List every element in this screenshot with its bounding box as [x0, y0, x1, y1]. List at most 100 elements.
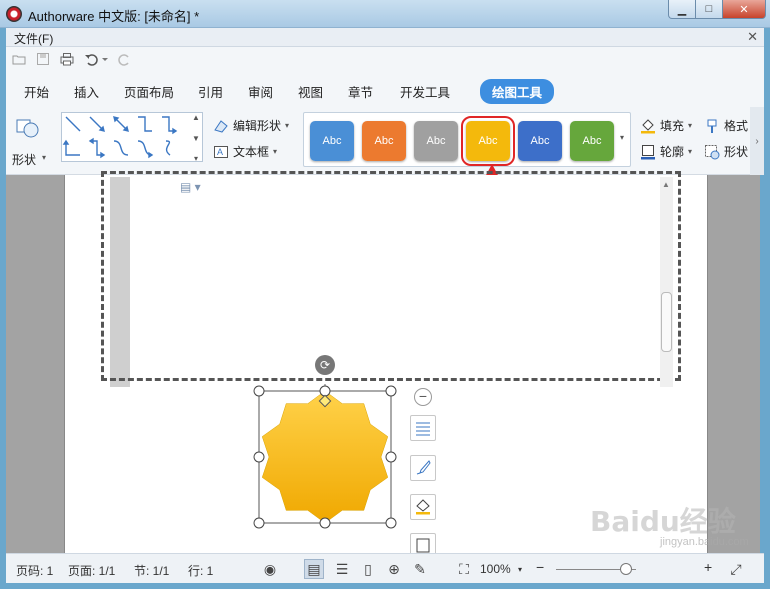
shape-style-button[interactable] [410, 455, 436, 481]
format-brush-icon [707, 119, 717, 133]
edit-shape-button[interactable]: 编辑形状 ▾ [213, 117, 289, 134]
pen-icon[interactable]: ✎ [410, 559, 430, 579]
zoom-slider-knob[interactable] [620, 563, 632, 575]
text-wrap-icon [416, 422, 430, 436]
zoom-level[interactable]: 100% [480, 562, 511, 576]
ribbon-tabs: 开始 插入 页面布局 引用 审阅 视图 章节 开发工具 绘图工具 [6, 71, 764, 107]
app-icon [6, 6, 22, 22]
svg-text:A: A [217, 147, 223, 157]
status-page-total: 页面: 1/1 [68, 564, 116, 578]
outline-dropdown-icon: ▾ [688, 147, 693, 156]
collapse-toolbar-button[interactable]: − [414, 388, 432, 406]
outline-label: 轮廓 [660, 145, 685, 159]
layout-options-button[interactable] [410, 415, 436, 441]
zoom-dropdown-icon[interactable]: ▾ [518, 565, 522, 574]
shapes-dropdown-icon: ▾ [42, 153, 47, 162]
scroll-up-arrow-icon[interactable]: ▲ [662, 180, 670, 189]
brush-icon [416, 460, 431, 475]
style-gold[interactable]: Abc [461, 116, 515, 166]
outline-button[interactable]: 轮廓 ▾ [640, 143, 692, 160]
ribbon-scroll-right-icon[interactable]: › [750, 107, 764, 175]
reading-view-icon[interactable]: ▯ [358, 559, 378, 579]
doc-close-icon[interactable]: ✕ [747, 29, 758, 45]
fullscreen-icon[interactable]: ⤢ [726, 559, 746, 579]
fill-dropdown-icon: ▾ [688, 121, 693, 130]
watermark: Baidu经验 [590, 505, 736, 538]
style-gray[interactable]: Abc [414, 121, 458, 161]
gallery-expand-icon[interactable]: ▾ [194, 154, 198, 163]
menu-bar: 文件(F) ✕ [6, 28, 764, 47]
minimize-button[interactable]: ▁ [668, 0, 696, 19]
zoom-out-button[interactable]: − [536, 559, 544, 575]
undo-dropdown-icon[interactable] [98, 52, 112, 66]
star-shape[interactable] [252, 384, 398, 530]
menu-file[interactable]: 文件(F) [14, 30, 53, 47]
format-brush-button[interactable]: 格式 [704, 117, 748, 134]
outline-view-icon[interactable]: ☰ [332, 559, 352, 579]
scroll-down-icon[interactable]: ▼ [192, 134, 200, 143]
status-page-number: 页码: 1 [16, 564, 54, 578]
text-box-label: 文本框 [233, 145, 270, 159]
fill-bucket-small-icon [416, 499, 430, 515]
outline-icon [641, 144, 655, 159]
tab-references[interactable]: 引用 [198, 82, 223, 101]
edit-shape-dropdown-icon: ▾ [285, 121, 290, 130]
maximize-button[interactable]: □ [695, 0, 723, 19]
watermark-url: jingyan.baidu.com [660, 536, 749, 548]
window-title: Authorware 中文版: [未命名] * [28, 9, 200, 24]
line-shapes-gallery[interactable] [61, 112, 203, 162]
ribbon-panel: 形状 ▾ ▲ ▼ ▾ 编辑形状 ▾ A 文本框 ▾ Abc Abc Abc Ab… [6, 107, 764, 175]
shape-effect-label: 形状 [724, 145, 749, 159]
close-button[interactable]: ✕ [722, 0, 766, 19]
style-gallery-more-icon[interactable]: ▾ [620, 133, 624, 142]
tab-page-layout[interactable]: 页面布局 [124, 82, 174, 101]
text-frame-border[interactable] [101, 171, 681, 381]
tab-developer[interactable]: 开发工具 [400, 82, 450, 101]
scroll-up-icon[interactable]: ▲ [192, 113, 200, 122]
style-orange[interactable]: Abc [362, 121, 406, 161]
style-blue[interactable]: Abc [310, 121, 354, 161]
text-box-icon: A [214, 145, 228, 158]
fit-page-icon[interactable]: ⛶ [454, 559, 474, 579]
shape-effect-button[interactable]: 形状 [704, 143, 748, 160]
style-dark-blue[interactable]: Abc [518, 121, 562, 161]
quick-access-toolbar [6, 47, 764, 71]
edit-shape-label: 编辑形状 [233, 119, 282, 133]
shape-style-gallery: Abc Abc Abc Abc Abc Abc ▾ [303, 112, 631, 167]
tab-chapter[interactable]: 章节 [348, 82, 373, 101]
fill-button[interactable]: 填充 ▾ [640, 117, 692, 134]
shape-effect-icon [705, 144, 720, 159]
shape-fill-button[interactable] [410, 494, 436, 520]
web-view-icon[interactable]: ⊕ [384, 559, 404, 579]
shapes-button[interactable]: 形状 ▾ [10, 115, 54, 171]
style-green[interactable]: Abc [570, 121, 614, 161]
rotate-handle-icon[interactable]: ⟳ [315, 355, 335, 375]
fill-bucket-icon [641, 118, 655, 133]
save-icon[interactable] [36, 52, 50, 66]
tab-home[interactable]: 开始 [24, 82, 49, 101]
scrollbar-thumb[interactable] [661, 292, 672, 352]
undo-icon[interactable] [84, 52, 98, 66]
print-icon[interactable] [60, 52, 74, 66]
eye-icon[interactable]: ◉ [260, 559, 280, 579]
open-folder-icon[interactable] [12, 52, 26, 66]
text-box-dropdown-icon: ▾ [273, 147, 278, 156]
redo-icon[interactable] [118, 52, 132, 66]
paste-options-icon[interactable]: ▤ ▾ [180, 180, 201, 194]
tab-insert[interactable]: 插入 [74, 82, 99, 101]
status-bar: 页码: 1 页面: 1/1 节: 1/1 行: 1 ◉ ▤ ☰ ▯ ⊕ ✎ ⛶ … [6, 553, 764, 583]
tab-review[interactable]: 审阅 [248, 82, 273, 101]
text-box-button[interactable]: A 文本框 ▾ [213, 143, 277, 160]
title-bar: Authorware 中文版: [未命名] * ▁ □ ✕ [0, 0, 770, 28]
window-controls: ▁ □ ✕ [668, 0, 766, 19]
gallery-scroll[interactable]: ▲ ▼ ▾ [189, 113, 203, 163]
tab-drawing-tools[interactable]: 绘图工具 [480, 79, 555, 104]
zoom-in-button[interactable]: + [704, 559, 712, 575]
status-section: 节: 1/1 [134, 564, 170, 578]
tab-view[interactable]: 视图 [298, 82, 323, 101]
shapes-label: 形状 [12, 153, 37, 167]
edit-shape-icon [214, 119, 228, 133]
page-view-icon[interactable]: ▤ [304, 559, 324, 579]
vertical-scrollbar[interactable]: ▲ [660, 177, 673, 387]
format-label: 格式 [724, 119, 749, 133]
